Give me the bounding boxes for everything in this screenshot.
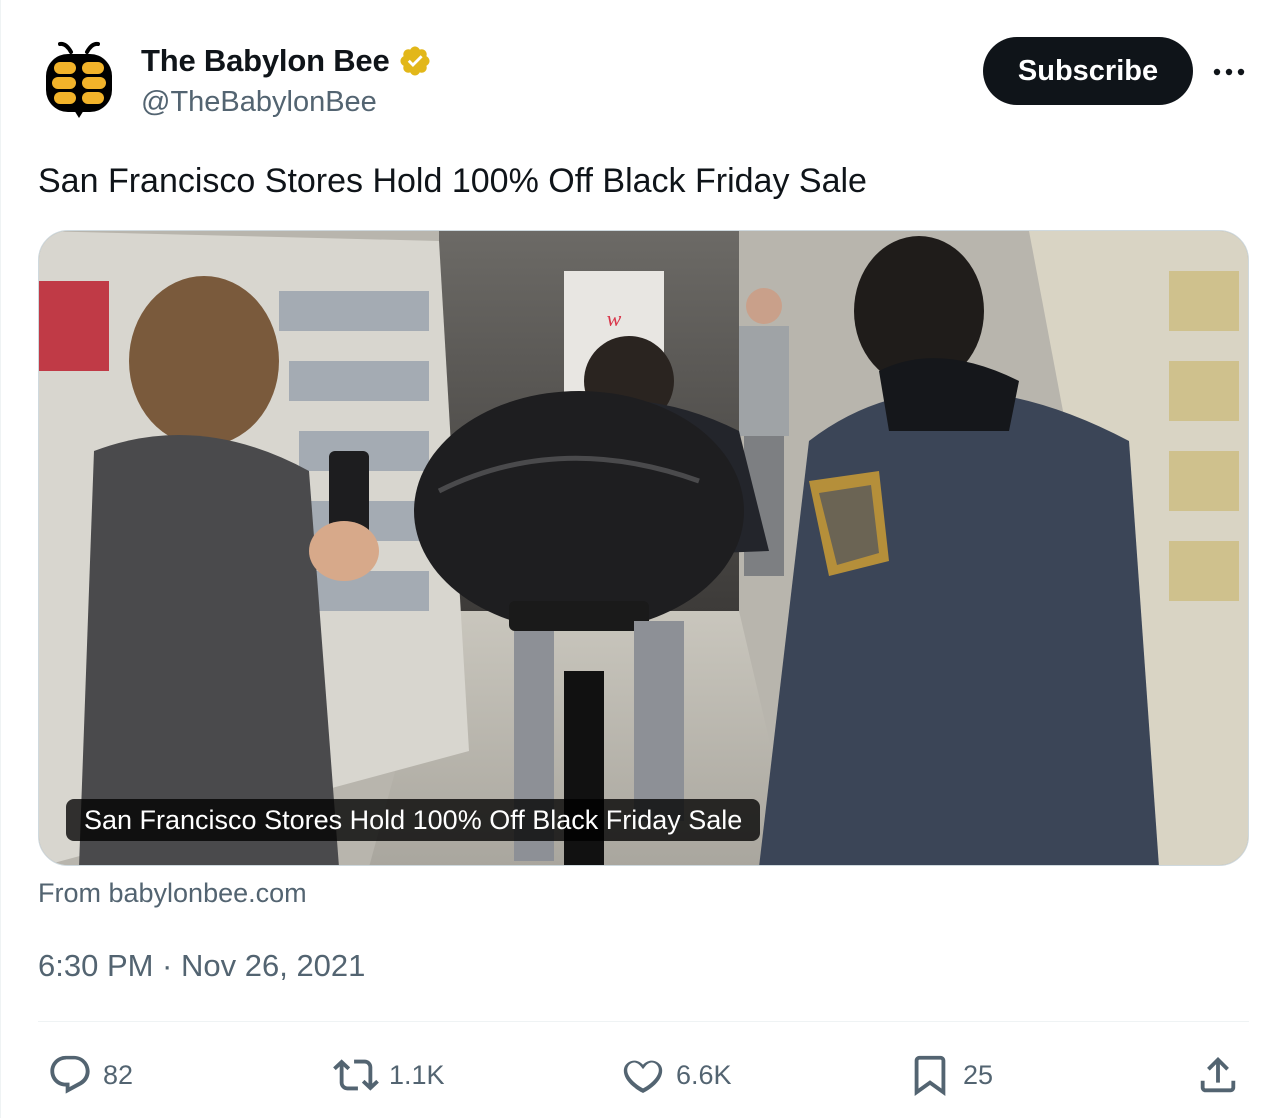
share-button[interactable] xyxy=(1195,1050,1241,1100)
reply-button[interactable]: 82 xyxy=(47,1050,133,1100)
subscribe-button[interactable]: Subscribe xyxy=(983,37,1193,105)
tweet-text: San Francisco Stores Hold 100% Off Black… xyxy=(38,162,867,200)
more-horizontal-icon xyxy=(1213,68,1245,76)
retweet-count: 1.1K xyxy=(389,1059,445,1090)
bookmark-count: 25 xyxy=(963,1059,994,1090)
link-source[interactable]: From babylonbee.com xyxy=(38,878,307,909)
store-scene-image: w xyxy=(39,231,1248,865)
display-name[interactable]: The Babylon Bee xyxy=(141,43,390,79)
svg-text:w: w xyxy=(607,306,622,331)
like-button[interactable]: 6.6K xyxy=(620,1050,732,1100)
avatar[interactable] xyxy=(38,38,120,120)
share-icon xyxy=(1200,1056,1236,1093)
heart-icon xyxy=(623,1060,663,1094)
user-handle[interactable]: @TheBabylonBee xyxy=(141,86,432,119)
tweet-card: The Babylon Bee @TheBabylonBee Subscribe… xyxy=(0,0,1276,1118)
verified-badge-icon[interactable] xyxy=(398,44,432,78)
media-caption: San Francisco Stores Hold 100% Off Black… xyxy=(66,799,761,841)
more-options-button[interactable] xyxy=(1209,52,1249,92)
retweet-button[interactable]: 1.1K xyxy=(333,1050,445,1100)
like-count: 6.6K xyxy=(676,1059,732,1090)
reply-icon xyxy=(50,1055,90,1094)
divider xyxy=(38,1021,1249,1022)
media-card[interactable]: w San Francisco Stores Hold 100% Off Bla… xyxy=(38,230,1249,866)
retweet-icon xyxy=(333,1059,379,1091)
author-block: The Babylon Bee @TheBabylonBee xyxy=(141,42,432,119)
bookmark-button[interactable]: 25 xyxy=(907,1050,993,1100)
tweet-timestamp[interactable]: 6:30 PM · Nov 26, 2021 xyxy=(38,948,365,984)
reply-count: 82 xyxy=(103,1059,134,1090)
bookmark-icon xyxy=(914,1055,946,1096)
babylon-bee-logo-icon xyxy=(46,41,112,118)
